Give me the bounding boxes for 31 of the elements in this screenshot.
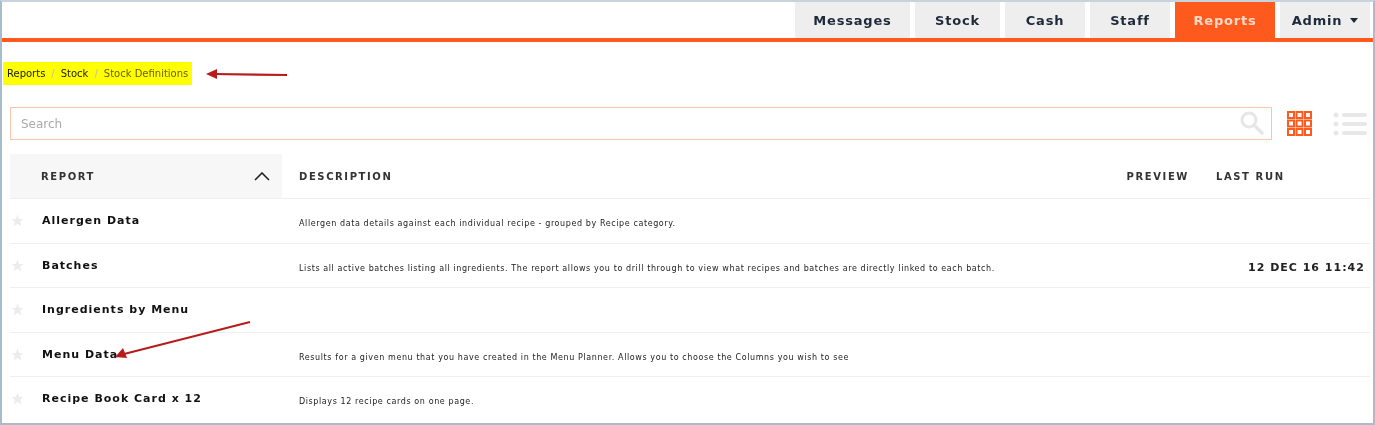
grid-view-icon[interactable] bbox=[1287, 111, 1312, 136]
nav-tab[interactable]: Staff bbox=[1090, 2, 1170, 38]
report-description: Lists all active batches listing all ingredients. The report allows you to drill through to view what recipes and batches are directly linked to each batch. bbox=[299, 263, 995, 273]
report-name[interactable]: Batches bbox=[42, 258, 99, 272]
report-name[interactable]: Recipe Book Card x 12 bbox=[42, 392, 202, 406]
search-icon bbox=[1240, 111, 1264, 135]
column-header[interactable]: DESCRIPTION bbox=[282, 154, 1118, 198]
report-name[interactable]: Ingredients by Menu bbox=[42, 303, 190, 317]
nav-tab[interactable]: Messages bbox=[795, 2, 910, 38]
report-name[interactable]: Allergen Data bbox=[42, 214, 141, 228]
nav-tab[interactable]: Stock bbox=[915, 2, 1000, 38]
nav-tab[interactable]: Cash bbox=[1005, 2, 1085, 38]
breadcrumb-link[interactable]: Stock bbox=[60, 68, 89, 79]
column-header-label: LAST RUN bbox=[1216, 170, 1285, 182]
report-description: Displays 12 recipe cards on one page. bbox=[299, 397, 475, 407]
column-header[interactable]: REPORT bbox=[10, 154, 282, 198]
nav-tab[interactable]: Admin bbox=[1280, 2, 1370, 38]
report-description: Allergen data details against each individual recipe - grouped by Recipe category. bbox=[299, 219, 676, 229]
search-field[interactable]: Search bbox=[10, 107, 1272, 140]
column-header-label: DESCRIPTION bbox=[299, 170, 393, 182]
breadcrumb-link[interactable]: Stock Definitions bbox=[103, 68, 189, 79]
column-header[interactable]: PREVIEW bbox=[1118, 154, 1189, 198]
report-description: Results for a given menu that you have created in the Menu Planner. Allows you to choose the Columns you wish to see bbox=[299, 352, 850, 362]
last-run-date: 12 DEC 16 11:42 bbox=[1247, 260, 1365, 274]
column-header[interactable]: LAST RUN bbox=[1189, 154, 1370, 198]
breadcrumb-link[interactable]: Reports bbox=[7, 68, 46, 79]
column-header-label: REPORT bbox=[41, 170, 96, 182]
column-header-label: PREVIEW bbox=[1126, 170, 1189, 182]
breadcrumb-separator: / bbox=[51, 68, 55, 79]
breadcrumb-separator: / bbox=[94, 68, 98, 79]
report-name[interactable]: Menu Data bbox=[42, 347, 119, 361]
